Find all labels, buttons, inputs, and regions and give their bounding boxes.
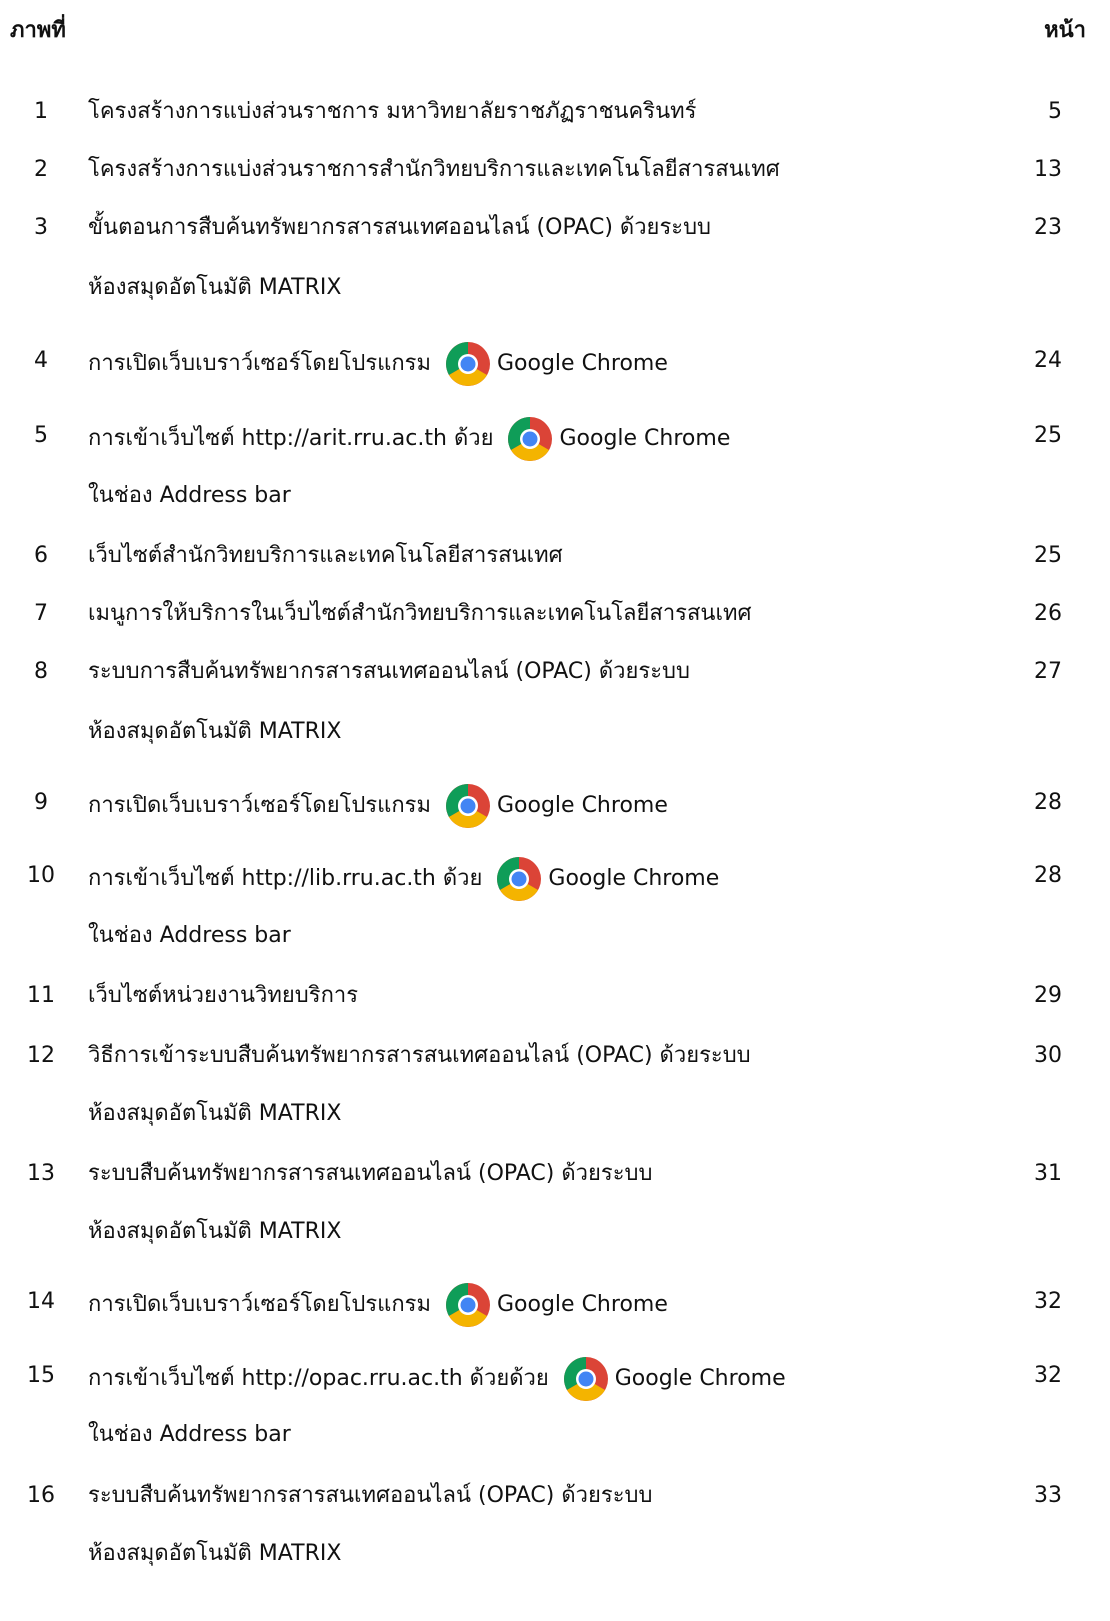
- figure-entry-8: 8 ระบบการสืบค้นทรัพยากรสารสนเทศออนไลน์ (…: [0, 652, 1110, 692]
- chrome-icon: [507, 416, 553, 462]
- figure-title: การเข้าเว็บไซต์ http://opac.rru.ac.th ด้…: [88, 1366, 549, 1391]
- figure-number: 12: [27, 1043, 55, 1068]
- figure-title: การเปิดเว็บเบราว์เซอร์โดยโปรแกรม: [88, 1292, 431, 1317]
- figure-number: 10: [27, 863, 55, 888]
- figure-column-header: ภาพที่: [10, 18, 66, 43]
- figure-number: 16: [27, 1483, 55, 1508]
- figure-title-continuation: ห้องสมุดอัตโนมัติ MATRIX: [88, 275, 342, 300]
- figure-title-continuation: ห้องสมุดอัตโนมัติ MATRIX: [88, 719, 342, 744]
- figure-title-continuation: ห้องสมุดอัตโนมัติ MATRIX: [88, 1541, 342, 1566]
- figure-title-continuation: ในช่อง Address bar: [88, 483, 291, 508]
- figure-entry-16: 16 ระบบสืบค้นทรัพยากรสารสนเทศออนไลน์ (OP…: [0, 1476, 1110, 1516]
- figure-page: 27: [1034, 659, 1062, 684]
- app-name: Google Chrome: [548, 866, 720, 891]
- app-name: Google Chrome: [497, 793, 668, 818]
- figure-page: 32: [1034, 1363, 1062, 1388]
- figure-title-continuation: ในช่อง Address bar: [88, 1422, 291, 1447]
- figure-number: 15: [27, 1363, 55, 1388]
- figure-title: โครงสร้างการแบ่งส่วนราชการ มหาวิทยาลัยรา…: [88, 99, 697, 124]
- app-name: Google Chrome: [497, 351, 668, 376]
- figure-title: การเข้าเว็บไซต์ http://lib.rru.ac.th ด้ว…: [88, 866, 483, 891]
- figure-entry-7: 7 เมนูการให้บริการในเว็บไซต์สำนักวิทยบริ…: [0, 594, 1110, 634]
- figure-number: 11: [27, 983, 55, 1008]
- figure-title-row: การเข้าเว็บไซต์ http://lib.rru.ac.th ด้ว…: [88, 856, 719, 902]
- figure-entry-14: 14 การเปิดเว็บเบราว์เซอร์โดยโปรแกรม Goog…: [0, 1282, 1110, 1327]
- figure-title: การเข้าเว็บไซต์ http://arit.rru.ac.th ด้…: [88, 426, 494, 451]
- chrome-icon: [496, 856, 542, 902]
- figure-title-row: การเปิดเว็บเบราว์เซอร์โดยโปรแกรม Google …: [88, 341, 668, 387]
- figure-page: 28: [1034, 790, 1062, 815]
- figure-number: 8: [34, 659, 48, 684]
- figure-title-continuation: ห้องสมุดอัตโนมัติ MATRIX: [88, 1101, 342, 1126]
- figure-entry-2: 2 โครงสร้างการแบ่งส่วนราชการสำนักวิทยบริ…: [0, 150, 1110, 190]
- app-name: Google Chrome: [559, 426, 731, 451]
- figure-title-continuation: ห้องสมุดอัตโนมัติ MATRIX: [88, 1219, 342, 1244]
- figure-title: ระบบสืบค้นทรัพยากรสารสนเทศออนไลน์ (OPAC)…: [88, 1483, 653, 1508]
- figure-page: 5: [1048, 99, 1062, 124]
- figure-page: 24: [1034, 348, 1062, 373]
- figure-page: 33: [1034, 1483, 1062, 1508]
- figure-entry-3: 3 ขั้นตอนการสืบค้นทรัพยากรสารสนเทศออนไลน…: [0, 208, 1110, 248]
- figure-page: 29: [1034, 983, 1062, 1008]
- figure-number: 7: [34, 601, 48, 626]
- figure-number: 2: [34, 157, 48, 182]
- figure-page: 26: [1034, 601, 1062, 626]
- figure-number: 13: [27, 1161, 55, 1186]
- figure-entry-11: 11 เว็บไซต์หน่วยงานวิทยบริการ 29: [0, 976, 1110, 1016]
- figure-page: 25: [1034, 423, 1062, 448]
- figure-number: 3: [34, 215, 48, 240]
- figure-page: 31: [1034, 1161, 1062, 1186]
- figure-title: ระบบสืบค้นทรัพยากรสารสนเทศออนไลน์ (OPAC)…: [88, 1161, 653, 1186]
- figure-title: ขั้นตอนการสืบค้นทรัพยากรสารสนเทศออนไลน์ …: [88, 215, 712, 240]
- figure-entry-4: 4 การเปิดเว็บเบราว์เซอร์โดยโปรแกรม Googl…: [0, 341, 1110, 386]
- figure-entry-9: 9 การเปิดเว็บเบราว์เซอร์โดยโปรแกรม Googl…: [0, 783, 1110, 828]
- figure-page: 13: [1034, 157, 1062, 182]
- figure-title: เว็บไซต์สำนักวิทยบริการและเทคโนโลยีสารสน…: [88, 543, 563, 568]
- figure-title: เว็บไซต์หน่วยงานวิทยบริการ: [88, 983, 359, 1008]
- figure-title-row: การเปิดเว็บเบราว์เซอร์โดยโปรแกรม Google …: [88, 1282, 668, 1328]
- figure-entry-6: 6 เว็บไซต์สำนักวิทยบริการและเทคโนโลยีสาร…: [0, 536, 1110, 576]
- figure-page: 30: [1034, 1043, 1062, 1068]
- chrome-icon: [445, 341, 491, 387]
- figure-page: 25: [1034, 543, 1062, 568]
- chrome-icon: [445, 1282, 491, 1328]
- figure-page: 28: [1034, 863, 1062, 888]
- figure-number: 4: [34, 348, 48, 373]
- figure-entry-5: 5 การเข้าเว็บไซต์ http://arit.rru.ac.th …: [0, 416, 1110, 461]
- figure-title-row: การเข้าเว็บไซต์ http://arit.rru.ac.th ด้…: [88, 416, 730, 462]
- figure-title: โครงสร้างการแบ่งส่วนราชการสำนักวิทยบริกา…: [88, 157, 780, 182]
- figure-entry-13: 13 ระบบสืบค้นทรัพยากรสารสนเทศออนไลน์ (OP…: [0, 1154, 1110, 1194]
- figure-entry-12: 12 วิธีการเข้าระบบสืบค้นทรัพยากรสารสนเทศ…: [0, 1036, 1110, 1076]
- table-of-figures-page: ภาพที่ หน้า 1 โครงสร้างการแบ่งส่วนราชการ…: [0, 0, 1110, 1621]
- figure-title: เมนูการให้บริการในเว็บไซต์สำนักวิทยบริกา…: [88, 601, 752, 626]
- figure-title-row: การเปิดเว็บเบราว์เซอร์โดยโปรแกรม Google …: [88, 783, 668, 829]
- figure-number: 5: [34, 423, 48, 448]
- figure-title: วิธีการเข้าระบบสืบค้นทรัพยากรสารสนเทศออน…: [88, 1043, 751, 1068]
- figure-number: 6: [34, 543, 48, 568]
- app-name: Google Chrome: [497, 1292, 668, 1317]
- figure-number: 14: [27, 1289, 55, 1314]
- figure-page: 32: [1034, 1289, 1062, 1314]
- figure-title-row: การเข้าเว็บไซต์ http://opac.rru.ac.th ด้…: [88, 1356, 786, 1402]
- app-name: Google Chrome: [614, 1366, 786, 1391]
- chrome-icon: [445, 783, 491, 829]
- figure-page: 23: [1034, 215, 1062, 240]
- figure-entry-1: 1 โครงสร้างการแบ่งส่วนราชการ มหาวิทยาลัย…: [0, 92, 1110, 132]
- figure-title: การเปิดเว็บเบราว์เซอร์โดยโปรแกรม: [88, 793, 431, 818]
- page-column-header: หน้า: [1044, 18, 1086, 43]
- figure-number: 1: [34, 99, 48, 124]
- figure-title: การเปิดเว็บเบราว์เซอร์โดยโปรแกรม: [88, 351, 431, 376]
- figure-title-continuation: ในช่อง Address bar: [88, 923, 291, 948]
- figure-title: ระบบการสืบค้นทรัพยากรสารสนเทศออนไลน์ (OP…: [88, 659, 690, 684]
- figure-entry-10: 10 การเข้าเว็บไซต์ http://lib.rru.ac.th …: [0, 856, 1110, 901]
- chrome-icon: [563, 1356, 609, 1402]
- figure-number: 9: [34, 790, 48, 815]
- figure-entry-15: 15 การเข้าเว็บไซต์ http://opac.rru.ac.th…: [0, 1356, 1110, 1401]
